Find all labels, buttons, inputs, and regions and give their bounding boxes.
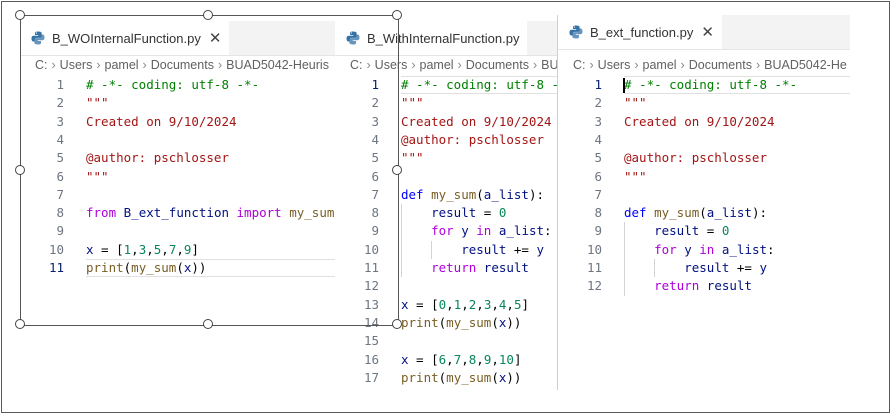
indent-guide [624,222,625,296]
line-number: 16 [363,351,379,367]
code-line[interactable]: 6 """ [558,168,850,186]
code-text: for y in a_list: [654,241,775,257]
chevron-right-icon: › [411,58,416,72]
breadcrumb: C: › Users › pamel › Documents › BUAD5042-He [558,55,850,75]
panel-divider [557,15,558,390]
code-text: return result [654,278,752,294]
line-number: 15 [363,333,379,349]
code-line[interactable]: 1 # -*- coding: utf-8 -*- [558,76,850,94]
line-number: 11 [586,260,602,275]
code-line[interactable]: 4 [558,131,850,149]
chevron-right-icon: › [680,58,685,72]
indent-guide [431,240,432,259]
code-text: def my_sum(a_list): [401,186,545,202]
breadcrumb-item[interactable]: pamel [420,58,454,72]
code-line[interactable]: 3 Created on 9/10/2024 [558,113,850,131]
code-text: @author: pschlosser [401,131,544,147]
code-text: result += y [461,241,545,257]
code-line[interactable]: 17 print(my_sum(x)) [335,369,557,387]
breadcrumb-item[interactable]: BUAD5042-He [764,58,847,72]
code-text: result += y [684,260,768,275]
tab-title: B_ext_function.py [590,24,694,40]
chevron-right-icon: › [755,58,761,72]
line-number: 12 [586,278,602,294]
code-text: @author: pschlosser [624,150,767,166]
line-number: 4 [594,131,602,147]
code-line[interactable]: 11 result += y [558,259,850,277]
code-line[interactable]: 16 x = [6,7,8,9,10] [335,351,557,369]
code-text: result = 0 [654,223,730,239]
chevron-right-icon: › [589,58,594,72]
tab-bar: B_ext_function.py ✕ [558,15,850,50]
text-cursor [623,78,625,93]
line-number: 8 [594,205,602,221]
resize-handle[interactable] [203,319,213,329]
line-number: 1 [594,77,602,92]
code-text: """ [401,150,424,166]
chevron-right-icon: › [634,58,639,72]
code-text: """ [401,95,424,111]
code-line[interactable]: 7 [558,186,850,204]
code-line[interactable]: 2 """ [558,94,850,112]
code-line[interactable]: 8 def my_sum(a_list): [558,204,850,222]
breadcrumb-item[interactable]: Users [598,58,631,72]
code-line[interactable]: 9 result = 0 [558,222,850,240]
breadcrumb-item[interactable]: pamel [643,58,677,72]
breadcrumb-item[interactable]: Documents [466,58,529,72]
code-text: def my_sum(a_list): [624,205,768,221]
resize-handle[interactable] [392,319,402,329]
code-text: # -*- coding: utf-8 - [401,77,557,92]
line-number: 17 [363,369,379,385]
line-number: 9 [594,223,602,239]
code-text: x = [6,7,8,9,10] [401,351,522,367]
code-line[interactable]: 12 return result [558,277,850,295]
code-text: print(my_sum(x)) [401,314,522,330]
resize-handle[interactable] [15,10,25,20]
code-text: result = 0 [431,205,507,221]
indent-guide [401,204,402,278]
resize-handle[interactable] [15,165,25,175]
code-line[interactable]: 15 [335,332,557,350]
line-number: 6 [594,168,602,184]
chevron-right-icon: › [457,58,462,72]
tab-b-ext-function[interactable]: B_ext_function.py ✕ [558,15,722,49]
line-number: 3 [594,113,602,129]
editor-panel-ext-function: B_ext_function.py ✕ C: › Users › pamel › Docum… [558,15,850,345]
chevron-right-icon: › [532,58,538,72]
code-line[interactable]: 5 @author: pschlosser [558,149,850,167]
code-text: Created on 9/10/2024 [401,113,552,129]
close-icon[interactable]: ✕ [701,23,714,41]
line-number: 2 [594,95,602,111]
code-text: """ [624,95,647,111]
line-number: 10 [586,241,602,257]
line-number: 5 [594,150,602,166]
code-text: x = [0,1,2,3,4,5] [401,296,530,312]
code-text: Created on 9/10/2024 [624,113,775,129]
code-text: return result [431,260,529,275]
code-text: print(my_sum(x)) [401,369,522,385]
resize-handle[interactable] [392,10,402,20]
code-text: """ [624,168,647,184]
resize-handle[interactable] [15,319,25,329]
code-text: # -*- coding: utf-8 -*- [624,77,798,92]
code-line[interactable]: 10 for y in a_list: [558,241,850,259]
selection-box[interactable] [20,15,399,326]
resize-handle[interactable] [392,165,402,175]
breadcrumb-item[interactable]: C: [573,58,586,72]
resize-handle[interactable] [203,10,213,20]
code-text: for y in a_list: [431,223,552,239]
breadcrumb-item[interactable]: Documents [689,58,752,72]
breadcrumb-item[interactable]: BUAD5042-Heuris [541,58,557,72]
python-file-icon [568,24,584,40]
line-number: 7 [594,186,602,202]
indent-guide [654,259,655,278]
